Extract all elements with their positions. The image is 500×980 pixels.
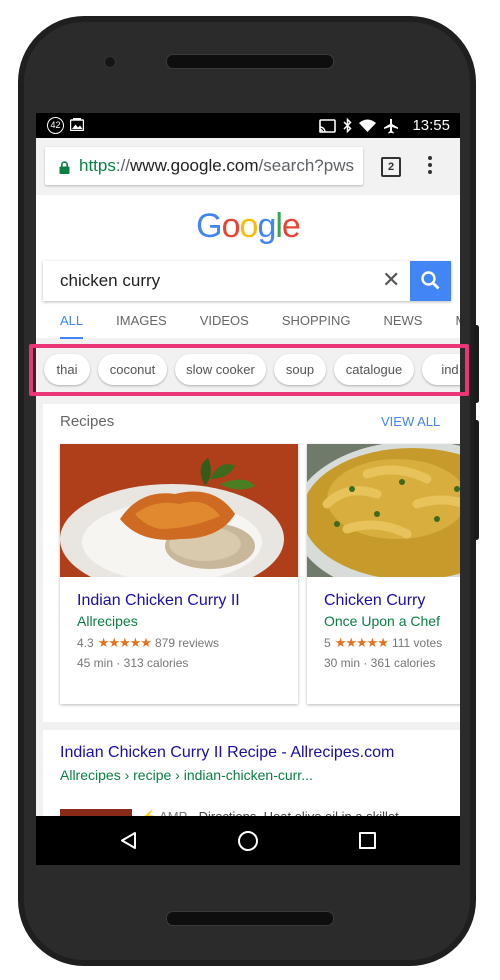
overflow-menu-icon[interactable]	[427, 156, 433, 177]
url-host: www.google.com	[130, 156, 259, 175]
chip-row-highlight	[29, 344, 469, 396]
lock-icon	[59, 161, 70, 174]
recipe-meta: 45 min · 313 calories	[77, 656, 189, 670]
url-path: /search?pws	[258, 156, 354, 175]
url-text: https://www.google.com/search?pws	[79, 156, 361, 176]
logo-letter: G	[196, 207, 222, 245]
star-rating-icon: ★★★★★	[334, 635, 389, 650]
wifi-icon	[359, 119, 377, 132]
recipe-image	[307, 444, 460, 577]
recipe-card[interactable]: Indian Chicken Curry II Allrecipes 4.3 ★★…	[60, 444, 298, 704]
notification-count-badge: 42	[47, 117, 64, 134]
recipe-title[interactable]: Chicken Curry	[324, 592, 425, 610]
search-button[interactable]	[410, 261, 451, 301]
search-tabs: ALL IMAGES VIDEOS SHOPPING NEWS MA	[60, 303, 460, 339]
logo-letter: o	[239, 207, 259, 245]
view-all-link[interactable]: VIEW ALL	[381, 414, 440, 429]
back-icon[interactable]	[120, 831, 138, 850]
address-bar[interactable]: https://www.google.com/search?pws	[45, 147, 363, 185]
recent-apps-icon[interactable]	[359, 832, 376, 849]
rating-value: 5	[324, 636, 331, 650]
rating-value: 4.3	[77, 636, 94, 650]
tab-maps[interactable]: MA	[455, 303, 460, 337]
recipe-source: Allrecipes	[77, 613, 138, 629]
search-icon	[421, 271, 440, 290]
tab-images[interactable]: IMAGES	[116, 303, 167, 337]
browser-toolbar: https://www.google.com/search?pws 2	[36, 138, 460, 195]
cast-icon	[319, 118, 337, 133]
search-header: Google chicken curry ✕ ALL IMAGES VIDEOS…	[36, 195, 460, 339]
status-bar: 42 13:55	[36, 113, 460, 138]
navigation-bar	[36, 816, 460, 865]
power-button	[474, 325, 479, 403]
bottom-speaker	[166, 911, 334, 926]
search-query[interactable]: chicken curry	[60, 271, 160, 291]
result-title-link[interactable]: Indian Chicken Curry II Recipe - Allreci…	[60, 744, 394, 762]
phone-screen: 42 13:55 https://www.google.com/search?p…	[36, 113, 460, 865]
tab-shopping[interactable]: SHOPPING	[282, 303, 351, 337]
tab-news[interactable]: NEWS	[383, 303, 422, 337]
tab-switcher-button[interactable]: 2	[381, 157, 401, 177]
recipe-card[interactable]: Chicken Curry Once Upon a Chef 5 ★★★★★ 111…	[307, 444, 460, 704]
result-breadcrumb[interactable]: Allrecipes › recipe › indian-chicken-cur…	[60, 767, 313, 783]
review-count: 879 reviews	[154, 636, 219, 650]
recipes-carousel: Recipes VIEW ALL Indian Chicken Curry II…	[43, 404, 460, 722]
recipe-meta: 30 min · 361 calories	[324, 656, 436, 670]
search-box[interactable]: chicken curry ✕	[43, 261, 451, 301]
recipe-source: Once Upon a Chef	[324, 613, 440, 629]
recipe-title[interactable]: Indian Chicken Curry II	[77, 592, 240, 610]
recipe-rating: 4.3 ★★★★★ 879 reviews	[77, 635, 219, 651]
review-count: 111 votes	[391, 636, 443, 650]
front-camera	[104, 56, 116, 68]
logo-letter: o	[221, 207, 241, 245]
recipes-heading: Recipes	[60, 413, 115, 430]
volume-button	[474, 420, 479, 540]
airplane-mode-icon	[384, 118, 399, 133]
bluetooth-icon	[343, 118, 353, 133]
google-logo: Google	[36, 207, 460, 246]
tab-all[interactable]: ALL	[60, 303, 84, 339]
clock: 13:55	[412, 117, 450, 134]
recipe-image	[60, 444, 298, 577]
top-speaker	[166, 54, 334, 69]
logo-letter: e	[281, 207, 301, 245]
url-separator: ://	[115, 156, 131, 175]
recipe-rating: 5 ★★★★★ 111 votes	[324, 635, 442, 651]
url-scheme: https	[79, 156, 116, 175]
logo-letter: g	[257, 207, 276, 245]
clear-icon[interactable]: ✕	[382, 267, 400, 293]
star-rating-icon: ★★★★★	[97, 635, 152, 650]
photo-notification-icon	[70, 118, 84, 131]
tab-videos[interactable]: VIDEOS	[200, 303, 249, 337]
home-icon[interactable]	[238, 831, 258, 851]
